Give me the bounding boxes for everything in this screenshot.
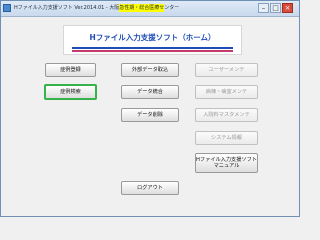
- manual-button-line2: マニュアル: [213, 163, 240, 169]
- ward-maintenance-button[interactable]: 病棟・病室メンテ: [195, 85, 258, 99]
- title-bar: Hファイル入力支援ソフト Ver.2014.01 - 大阪急性期・総合医療センタ…: [1, 1, 299, 17]
- window-title: Hファイル入力支援ソフト Ver.2014.01 - 大阪急性期・総合医療センタ…: [14, 5, 180, 11]
- user-maintenance-button[interactable]: ユーザーメンテ: [195, 63, 258, 77]
- client-area: Hファイル入力支援ソフト（ホーム） 症例登録 外部データ取込 ユーザーメンテ 症…: [1, 17, 299, 216]
- system-info-button[interactable]: システム情報: [195, 131, 258, 145]
- app-window: Hファイル入力支援ソフト Ver.2014.01 - 大阪急性期・総合医療センタ…: [0, 0, 300, 217]
- close-button[interactable]: ×: [282, 3, 293, 13]
- banner-underline-red: [72, 50, 233, 52]
- external-import-button[interactable]: 外部データ取込: [121, 63, 179, 77]
- minimize-button[interactable]: –: [258, 3, 269, 13]
- banner-title: Hファイル入力支援ソフト（ホーム）: [89, 33, 216, 42]
- case-register-button[interactable]: 症例登録: [45, 63, 96, 77]
- app-icon: [3, 4, 11, 12]
- manual-button[interactable]: Hファイル入力支援ソフト マニュアル: [195, 153, 258, 173]
- logout-button[interactable]: ログアウト: [121, 181, 179, 195]
- case-search-button[interactable]: 症例検索: [44, 84, 97, 100]
- maximize-button[interactable]: □: [270, 3, 281, 13]
- data-delete-button[interactable]: データ削除: [121, 108, 179, 122]
- admission-master-button[interactable]: 入院料マスタメンテ: [195, 108, 258, 122]
- data-merge-button[interactable]: データ統合: [121, 85, 179, 99]
- banner-underline-blue: [72, 47, 233, 49]
- app-banner: Hファイル入力支援ソフト（ホーム）: [63, 25, 242, 55]
